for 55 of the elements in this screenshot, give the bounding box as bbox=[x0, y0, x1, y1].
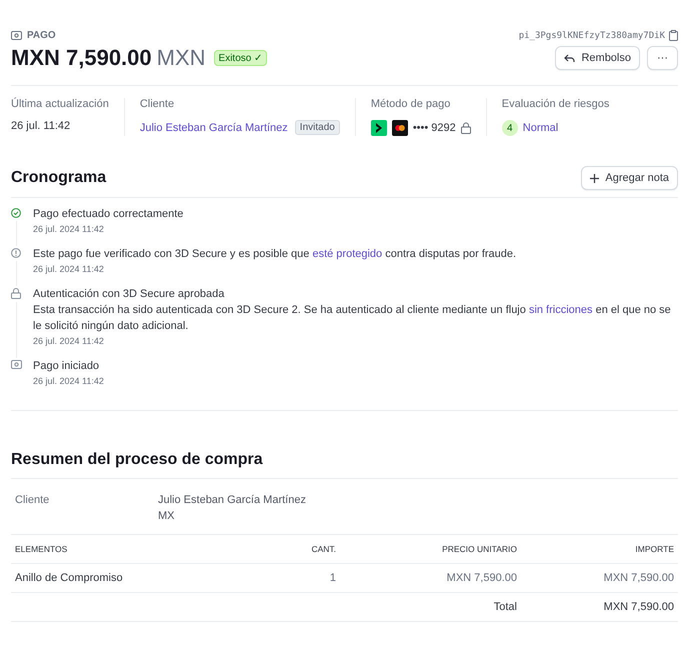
event-detail: Esta transacción ha sido autenticada con 3D Secure 2. Se ha autenticado al cliente mediante un flujo sin fricciones en el que no se le solicitó ningún dato adicional. bbox=[33, 303, 672, 334]
lock-icon bbox=[11, 288, 21, 299]
payment-amount: MXN 7,590.00 bbox=[11, 45, 152, 71]
event-text: Autenticación con 3D Secure aprobada bbox=[33, 287, 226, 302]
column-header: IMPORTE bbox=[570, 535, 678, 564]
event-text: Pago iniciado bbox=[33, 359, 100, 374]
inline-link[interactable]: sin fricciones bbox=[528, 304, 593, 316]
plus-icon bbox=[590, 174, 600, 182]
customer-label: Cliente bbox=[15, 493, 50, 508]
section-title: Resumen del proceso de compra bbox=[11, 451, 678, 479]
status-badge: Exitoso ✓ bbox=[214, 50, 268, 66]
total-amount: MXN 7,590.00 bbox=[570, 592, 678, 622]
refund-button[interactable]: Rembolso bbox=[555, 46, 640, 70]
event-date: 26 jul. 2024 11:42 bbox=[33, 264, 105, 274]
event-date: 26 jul. 2024 11:42 bbox=[33, 376, 104, 386]
lock-icon bbox=[460, 122, 471, 134]
table-cell: Anillo de Compromiso bbox=[11, 564, 272, 592]
summary-value: 26 jul. 11:42 bbox=[11, 120, 70, 132]
table-cell: MXN 7,590.00 bbox=[353, 564, 570, 592]
guest-badge: Invitado bbox=[294, 120, 340, 135]
event-text: Este pago fue verificado con 3D Secure y es posible que esté protegido contra disputas por fraude. bbox=[33, 247, 516, 262]
risk-level-link[interactable]: Normal bbox=[522, 122, 558, 134]
table-cell: 1 bbox=[272, 564, 353, 592]
payment-icon bbox=[11, 31, 22, 40]
column-header: ELEMENTOS bbox=[11, 535, 272, 564]
event-date: 26 jul. 2024 11:42 bbox=[33, 336, 105, 346]
inline-link[interactable]: esté protegido bbox=[312, 248, 382, 260]
card-brand-icon bbox=[392, 120, 408, 136]
section-title: Cronograma bbox=[11, 169, 106, 187]
customer-link[interactable]: Julio Esteban García Martínez bbox=[140, 122, 288, 134]
add-note-button[interactable]: Agregar nota bbox=[581, 166, 678, 190]
event-date: 26 jul. 2024 11:42 bbox=[33, 224, 105, 234]
summary-label: Evaluación de riesgos bbox=[502, 98, 610, 110]
customer-detail: MX bbox=[158, 509, 176, 524]
column-header: PRECIO UNITARIO bbox=[353, 535, 570, 564]
total-label: Total bbox=[353, 592, 570, 622]
currency-code: MXN bbox=[156, 45, 206, 71]
payment-id: pi_3Pgs9lKNEfzyTz380amy7DiK bbox=[518, 30, 665, 40]
card-number: •••• 9292 bbox=[412, 122, 456, 134]
copy-icon[interactable] bbox=[669, 30, 678, 41]
customer-detail: Julio Esteban García Martínez bbox=[158, 493, 306, 508]
summary-label: Método de pago bbox=[370, 98, 452, 110]
check-circle-icon bbox=[11, 208, 21, 218]
page-label: PAGO bbox=[27, 30, 56, 41]
info-circle-icon bbox=[11, 248, 21, 258]
payment-icon bbox=[10, 360, 22, 369]
column-header: CANT. bbox=[272, 535, 353, 564]
undo-arrow-icon bbox=[564, 54, 576, 62]
summary-label: Cliente bbox=[140, 98, 176, 110]
summary-label: Última actualización bbox=[11, 98, 109, 110]
chevron-logo-icon bbox=[370, 120, 387, 136]
more-button[interactable]: ··· bbox=[647, 46, 678, 70]
table-cell: MXN 7,590.00 bbox=[570, 564, 678, 592]
risk-score-badge: 4 bbox=[502, 120, 518, 136]
event-text: Pago efectuado correctamente bbox=[33, 207, 184, 222]
